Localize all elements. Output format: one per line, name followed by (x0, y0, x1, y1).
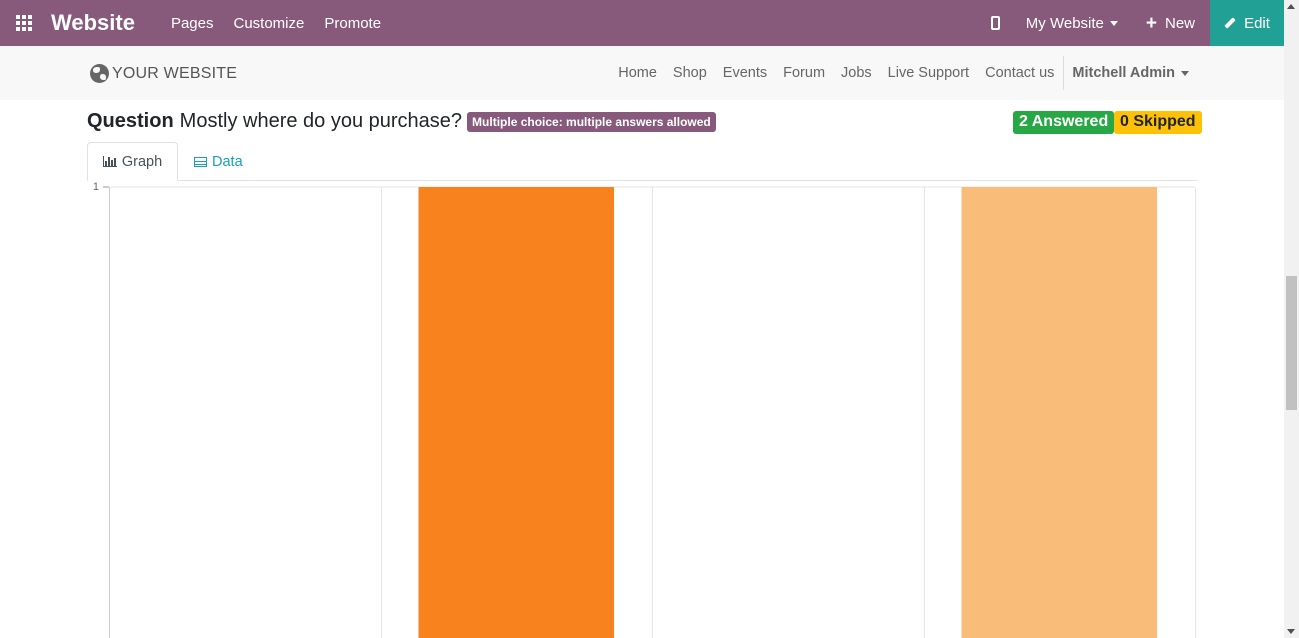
caret-down-icon (1109, 20, 1118, 26)
app-brand[interactable]: Website (51, 10, 135, 36)
nav-jobs[interactable]: Jobs (841, 65, 872, 81)
menu-pages[interactable]: Pages (171, 15, 214, 32)
question-title: Question Mostly where do you purchase? M… (87, 110, 716, 133)
question-type-badge: Multiple choice: multiple answers allowe… (467, 111, 716, 132)
skipped-badge: 0 Skipped (1114, 111, 1202, 134)
tab-graph[interactable]: Graph (87, 142, 178, 181)
table-icon (194, 156, 207, 167)
admin-right-controls: My Website + New Edit (990, 0, 1284, 46)
admin-topbar: Website Pages Customize Promote My Websi… (0, 0, 1284, 46)
menu-promote[interactable]: Promote (324, 15, 381, 32)
nav-forum[interactable]: Forum (783, 65, 825, 81)
globe-icon (90, 64, 109, 83)
bar-chart-icon (102, 156, 117, 167)
new-button-label: New (1164, 14, 1195, 32)
y-tick-label: 1 (93, 181, 99, 193)
user-name: Mitchell Admin (1072, 65, 1175, 81)
tab-data[interactable]: Data (194, 142, 243, 181)
site-logo[interactable]: YOUR WEBSITE (90, 64, 237, 83)
page-scrollbar[interactable] (1284, 0, 1299, 638)
apps-grid-icon[interactable] (16, 15, 34, 31)
nav-events[interactable]: Events (723, 65, 767, 81)
bar-chart-svg: 1 (93, 181, 1196, 638)
chart-bar[interactable] (418, 187, 615, 638)
site-logo-text: YOUR WEBSITE (112, 64, 238, 82)
mobile-preview-icon[interactable] (990, 16, 1000, 30)
result-tabs: Graph Data (87, 142, 1197, 181)
admin-menu: Pages Customize Promote (171, 15, 401, 32)
edit-button[interactable]: Edit (1210, 0, 1284, 46)
question-prefix: Question (87, 110, 174, 132)
nav-live-support[interactable]: Live Support (888, 65, 969, 81)
site-nav: Home Shop Events Forum Jobs Live Support… (618, 46, 1284, 100)
website-switcher[interactable]: My Website (1026, 15, 1118, 32)
caret-down-icon (1181, 70, 1189, 76)
new-button[interactable]: + New (1146, 14, 1195, 33)
website-switcher-label: My Website (1025, 14, 1104, 32)
tab-graph-label: Graph (121, 153, 163, 170)
answered-badge: 2 Answered (1013, 111, 1115, 134)
question-text: Mostly where do you purchase? (179, 110, 463, 132)
site-header: YOUR WEBSITE Home Shop Events Forum Jobs… (0, 46, 1284, 100)
nav-divider (1063, 56, 1065, 90)
tab-data-label: Data (212, 153, 243, 170)
menu-customize[interactable]: Customize (234, 15, 305, 32)
answers-chart: 1 (87, 181, 1197, 638)
edit-button-label: Edit (1244, 14, 1270, 32)
nav-shop[interactable]: Shop (673, 65, 707, 81)
scrollbar-thumb[interactable] (1286, 276, 1297, 410)
user-menu[interactable]: Mitchell Admin (1072, 65, 1189, 81)
chart-bar[interactable] (961, 187, 1158, 638)
pencil-icon (1224, 17, 1236, 29)
plus-icon: + (1145, 12, 1157, 34)
scroll-down-arrow-icon[interactable] (1287, 629, 1295, 634)
nav-home[interactable]: Home (618, 65, 657, 81)
nav-contact-us[interactable]: Contact us (985, 65, 1054, 81)
scroll-up-arrow-icon[interactable] (1287, 4, 1295, 9)
